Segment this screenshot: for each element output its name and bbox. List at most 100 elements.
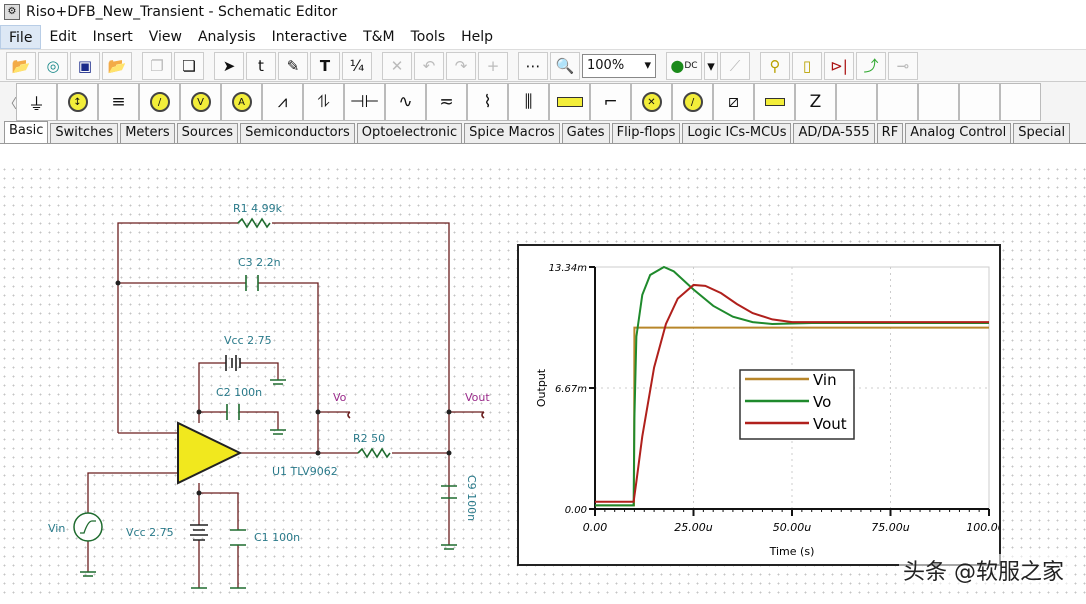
label-r1: R1 4.99k	[233, 202, 283, 215]
current-source-icon[interactable]: ↕	[57, 83, 98, 121]
ground-symbols	[80, 379, 457, 589]
open-recent-icon[interactable]: 📂	[102, 51, 132, 80]
label-vout: Vout	[465, 391, 490, 404]
transformer-core-icon[interactable]: ⫼	[508, 83, 549, 121]
zoom-icon[interactable]: 🔍	[550, 51, 580, 80]
dc-analysis-button[interactable]: ● DC	[666, 51, 702, 80]
junction-icon[interactable]: +	[478, 51, 508, 80]
lamp-icon[interactable]: ✕	[631, 83, 672, 121]
legend-label-vout: Vout	[813, 415, 847, 433]
window-title: Riso+DFB_New_Transient - Schematic Edito…	[26, 4, 338, 20]
title-bar: ⚙ Riso+DFB_New_Transient - Schematic Edi…	[0, 0, 1086, 24]
tab-spice-macros[interactable]: Spice Macros	[464, 123, 560, 143]
dc-dropdown-icon[interactable]: ▾	[704, 51, 718, 80]
fuse-icon[interactable]	[549, 83, 590, 121]
impedance-icon[interactable]: Z	[795, 83, 836, 121]
menu-file[interactable]: File	[0, 24, 42, 49]
tab-basic[interactable]: Basic	[4, 121, 49, 143]
label-vcc-bottom: Vcc 2.75	[126, 526, 174, 539]
zoom-value: 100%	[587, 58, 625, 73]
copy-icon[interactable]: ❐	[142, 51, 172, 80]
tab-analog-control[interactable]: Analog Control	[905, 123, 1012, 143]
x-tick-label: 0.00	[583, 521, 608, 534]
redo-icon[interactable]: ↷	[446, 51, 476, 80]
search-globe-icon[interactable]: ◎	[38, 51, 68, 80]
menu-help[interactable]: Help	[453, 25, 501, 49]
vin-source[interactable]	[73, 512, 103, 542]
tab-meters[interactable]: Meters	[120, 123, 175, 143]
y-tick-label: 0.00	[565, 505, 587, 516]
paste-icon[interactable]: ❏	[174, 51, 204, 80]
vcc-bottom-battery	[190, 524, 208, 541]
meter-source-icon[interactable]: ⚲	[760, 51, 790, 80]
ammeter-icon[interactable]: A	[221, 83, 262, 121]
label-c1: C1 100n	[254, 531, 300, 544]
battery-icon[interactable]: ≡	[98, 83, 139, 121]
tab-gates[interactable]: Gates	[561, 123, 610, 143]
tab-logic-ics-mcus[interactable]: Logic ICs-MCUs	[682, 123, 792, 143]
menu-tm[interactable]: T&M	[355, 25, 403, 49]
tab-optoelectronic[interactable]: Optoelectronic	[356, 123, 463, 143]
legend-label-vin: Vin	[813, 371, 837, 389]
label-vo: Vo	[333, 391, 347, 404]
pin-icon[interactable]: ⊸	[888, 51, 918, 80]
tab-sources[interactable]: Sources	[176, 123, 239, 143]
vcc-top-battery	[225, 355, 241, 371]
empty-slot	[918, 83, 959, 121]
zoom-select[interactable]: 100% ▾	[582, 53, 656, 78]
x-axis-label: Time (s)	[769, 545, 815, 558]
crystal-icon[interactable]	[754, 83, 795, 121]
green-probe-icon[interactable]: ⤴	[856, 51, 886, 80]
c1-capacitor	[230, 529, 246, 546]
app-icon: ⚙	[4, 4, 20, 20]
undo-icon[interactable]: ↶	[414, 51, 444, 80]
dotted-line-icon[interactable]: ⋯	[518, 51, 548, 80]
tab-semiconductors[interactable]: Semiconductors	[240, 123, 355, 143]
chevron-down-icon: ▾	[644, 58, 651, 73]
inductor-icon[interactable]: ∿	[385, 83, 426, 121]
tab-flip-flops[interactable]: Flip-flops	[611, 123, 681, 143]
probe-icon[interactable]: ⟋	[720, 51, 750, 80]
menu-analysis[interactable]: Analysis	[190, 25, 264, 49]
wire-tool-icon[interactable]: t	[246, 51, 276, 80]
thermistor-icon[interactable]: ⧄	[713, 83, 754, 121]
menu-interactive[interactable]: Interactive	[264, 25, 355, 49]
transformer-icon[interactable]: ⌇	[467, 83, 508, 121]
voltage-generator-icon[interactable]: /	[139, 83, 180, 121]
opamp-u1[interactable]	[177, 421, 243, 485]
resistor-icon[interactable]: ⩘	[262, 83, 303, 121]
empty-slot	[959, 83, 1000, 121]
junctions	[115, 280, 452, 496]
potentiometer-icon[interactable]: ⥮	[303, 83, 344, 121]
voltmeter-icon[interactable]: V	[180, 83, 221, 121]
scroll-left-icon[interactable]: 〈	[4, 93, 17, 112]
rotate-icon[interactable]: ¼	[342, 51, 372, 80]
text-tool-icon[interactable]: T	[310, 51, 340, 80]
menu-tools[interactable]: Tools	[403, 25, 454, 49]
menu-edit[interactable]: Edit	[41, 25, 84, 49]
select-arrow-icon[interactable]: ➤	[214, 51, 244, 80]
open-folder-icon[interactable]: 📂	[6, 51, 36, 80]
tab-rf[interactable]: RF	[876, 123, 904, 143]
menu-view[interactable]: View	[141, 25, 190, 49]
pencil-icon[interactable]: ✎	[278, 51, 308, 80]
component-param-icon[interactable]: ▯	[792, 51, 822, 80]
menu-insert[interactable]: Insert	[85, 25, 141, 49]
capacitor-icon[interactable]: ⊣⊢	[344, 83, 385, 121]
label-u1: U1 TLV9062	[272, 465, 338, 478]
dc-label: DC	[684, 60, 698, 71]
c3-capacitor	[245, 275, 259, 291]
delete-icon[interactable]: ✕	[382, 51, 412, 80]
label-vin: Vin	[48, 522, 65, 535]
tab-switches[interactable]: Switches	[50, 123, 119, 143]
ground-icon[interactable]: ⏚	[16, 83, 57, 121]
core-inductor-icon[interactable]: ≂	[426, 83, 467, 121]
label-r2: R2 50	[353, 432, 385, 445]
motor-icon[interactable]: /	[672, 83, 713, 121]
diode-icon[interactable]: ⊳|	[824, 51, 854, 80]
tab-special[interactable]: Special	[1013, 123, 1071, 143]
component-tabs: Basic Switches Meters Sources Semiconductors…	[0, 121, 1086, 144]
switch-icon[interactable]: ⌐	[590, 83, 631, 121]
save-icon[interactable]: ▣	[70, 51, 100, 80]
tab-ad-da-555[interactable]: AD/DA-555	[793, 123, 875, 143]
